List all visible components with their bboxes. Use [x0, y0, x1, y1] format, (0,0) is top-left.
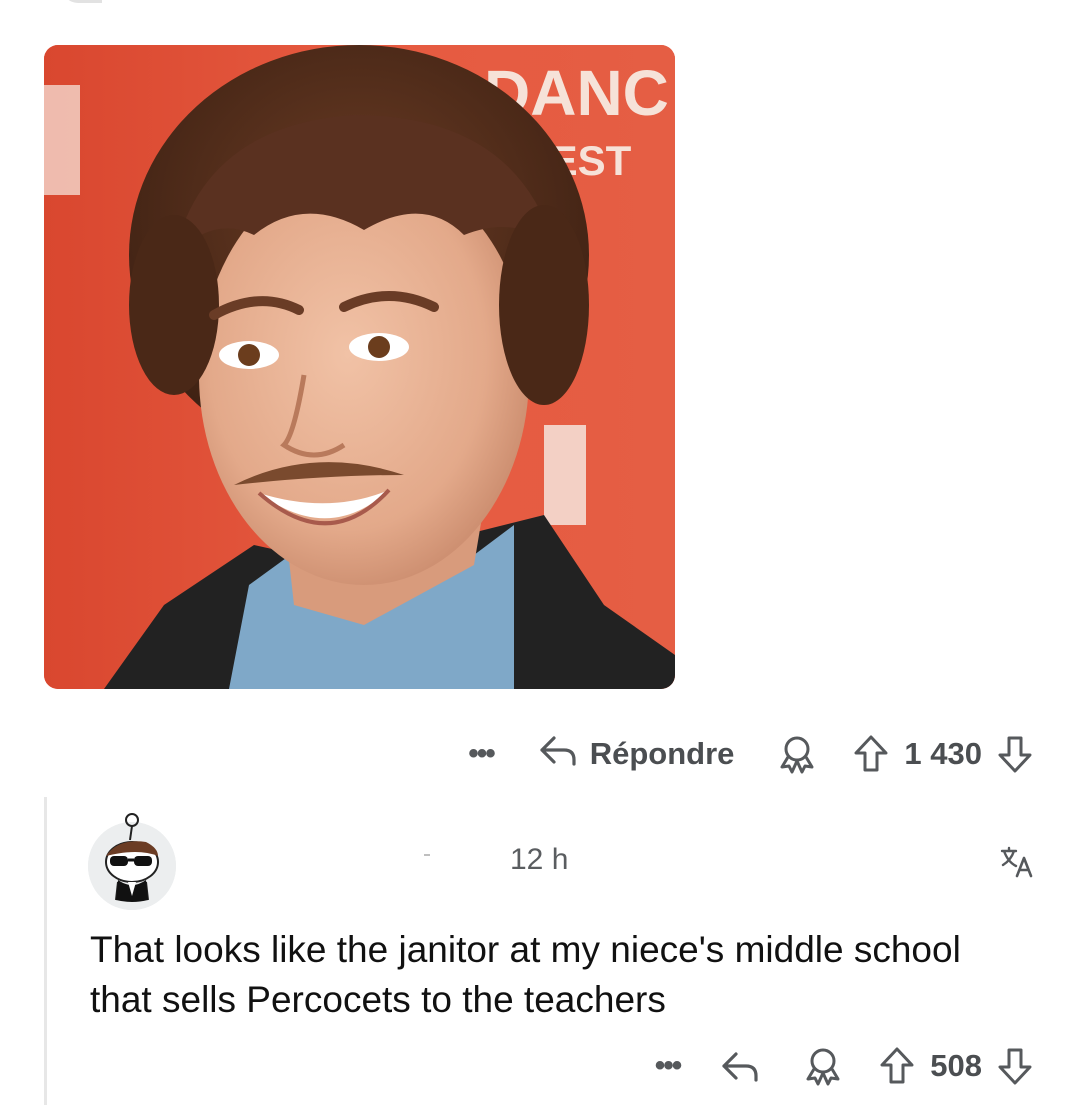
comment-body: That looks like the janitor at my niece'…: [90, 929, 961, 1020]
downvote-icon[interactable]: [996, 1046, 1034, 1086]
vote-count: 1 430: [904, 736, 982, 771]
snoo-avatar-icon: [88, 813, 176, 910]
username-separator: [424, 854, 430, 856]
portrait-image: DANC FEST: [44, 45, 675, 689]
reply-button[interactable]: Répondre: [538, 732, 735, 776]
vote-count: 508: [930, 1048, 982, 1083]
comment-image[interactable]: DANC FEST: [44, 45, 675, 689]
thread-rail[interactable]: [44, 797, 47, 1105]
award-icon[interactable]: [776, 734, 818, 774]
upvote-icon[interactable]: [878, 1046, 916, 1086]
upvote-icon[interactable]: [852, 734, 890, 774]
comment-thread: DANC FEST ••• Répondre 1 430 12 h That l…: [0, 0, 1080, 1105]
timestamp: 12 h: [510, 843, 569, 876]
thread-connector: [0, 0, 102, 8]
award-icon[interactable]: [802, 1046, 844, 1086]
reply-arrow-icon: [722, 1052, 758, 1082]
downvote-icon[interactable]: [996, 734, 1034, 774]
reply-button[interactable]: [720, 1048, 760, 1084]
reply-arrow-icon: [538, 732, 578, 776]
avatar[interactable]: [88, 813, 176, 910]
reply-label: Répondre: [589, 736, 735, 771]
child-action-bar: ••• 508: [655, 1042, 1034, 1090]
translate-icon[interactable]: [1000, 846, 1034, 878]
parent-action-bar: ••• Répondre 1 430: [468, 730, 1034, 778]
more-icon[interactable]: •••: [655, 1051, 682, 1081]
more-icon[interactable]: •••: [468, 739, 495, 769]
